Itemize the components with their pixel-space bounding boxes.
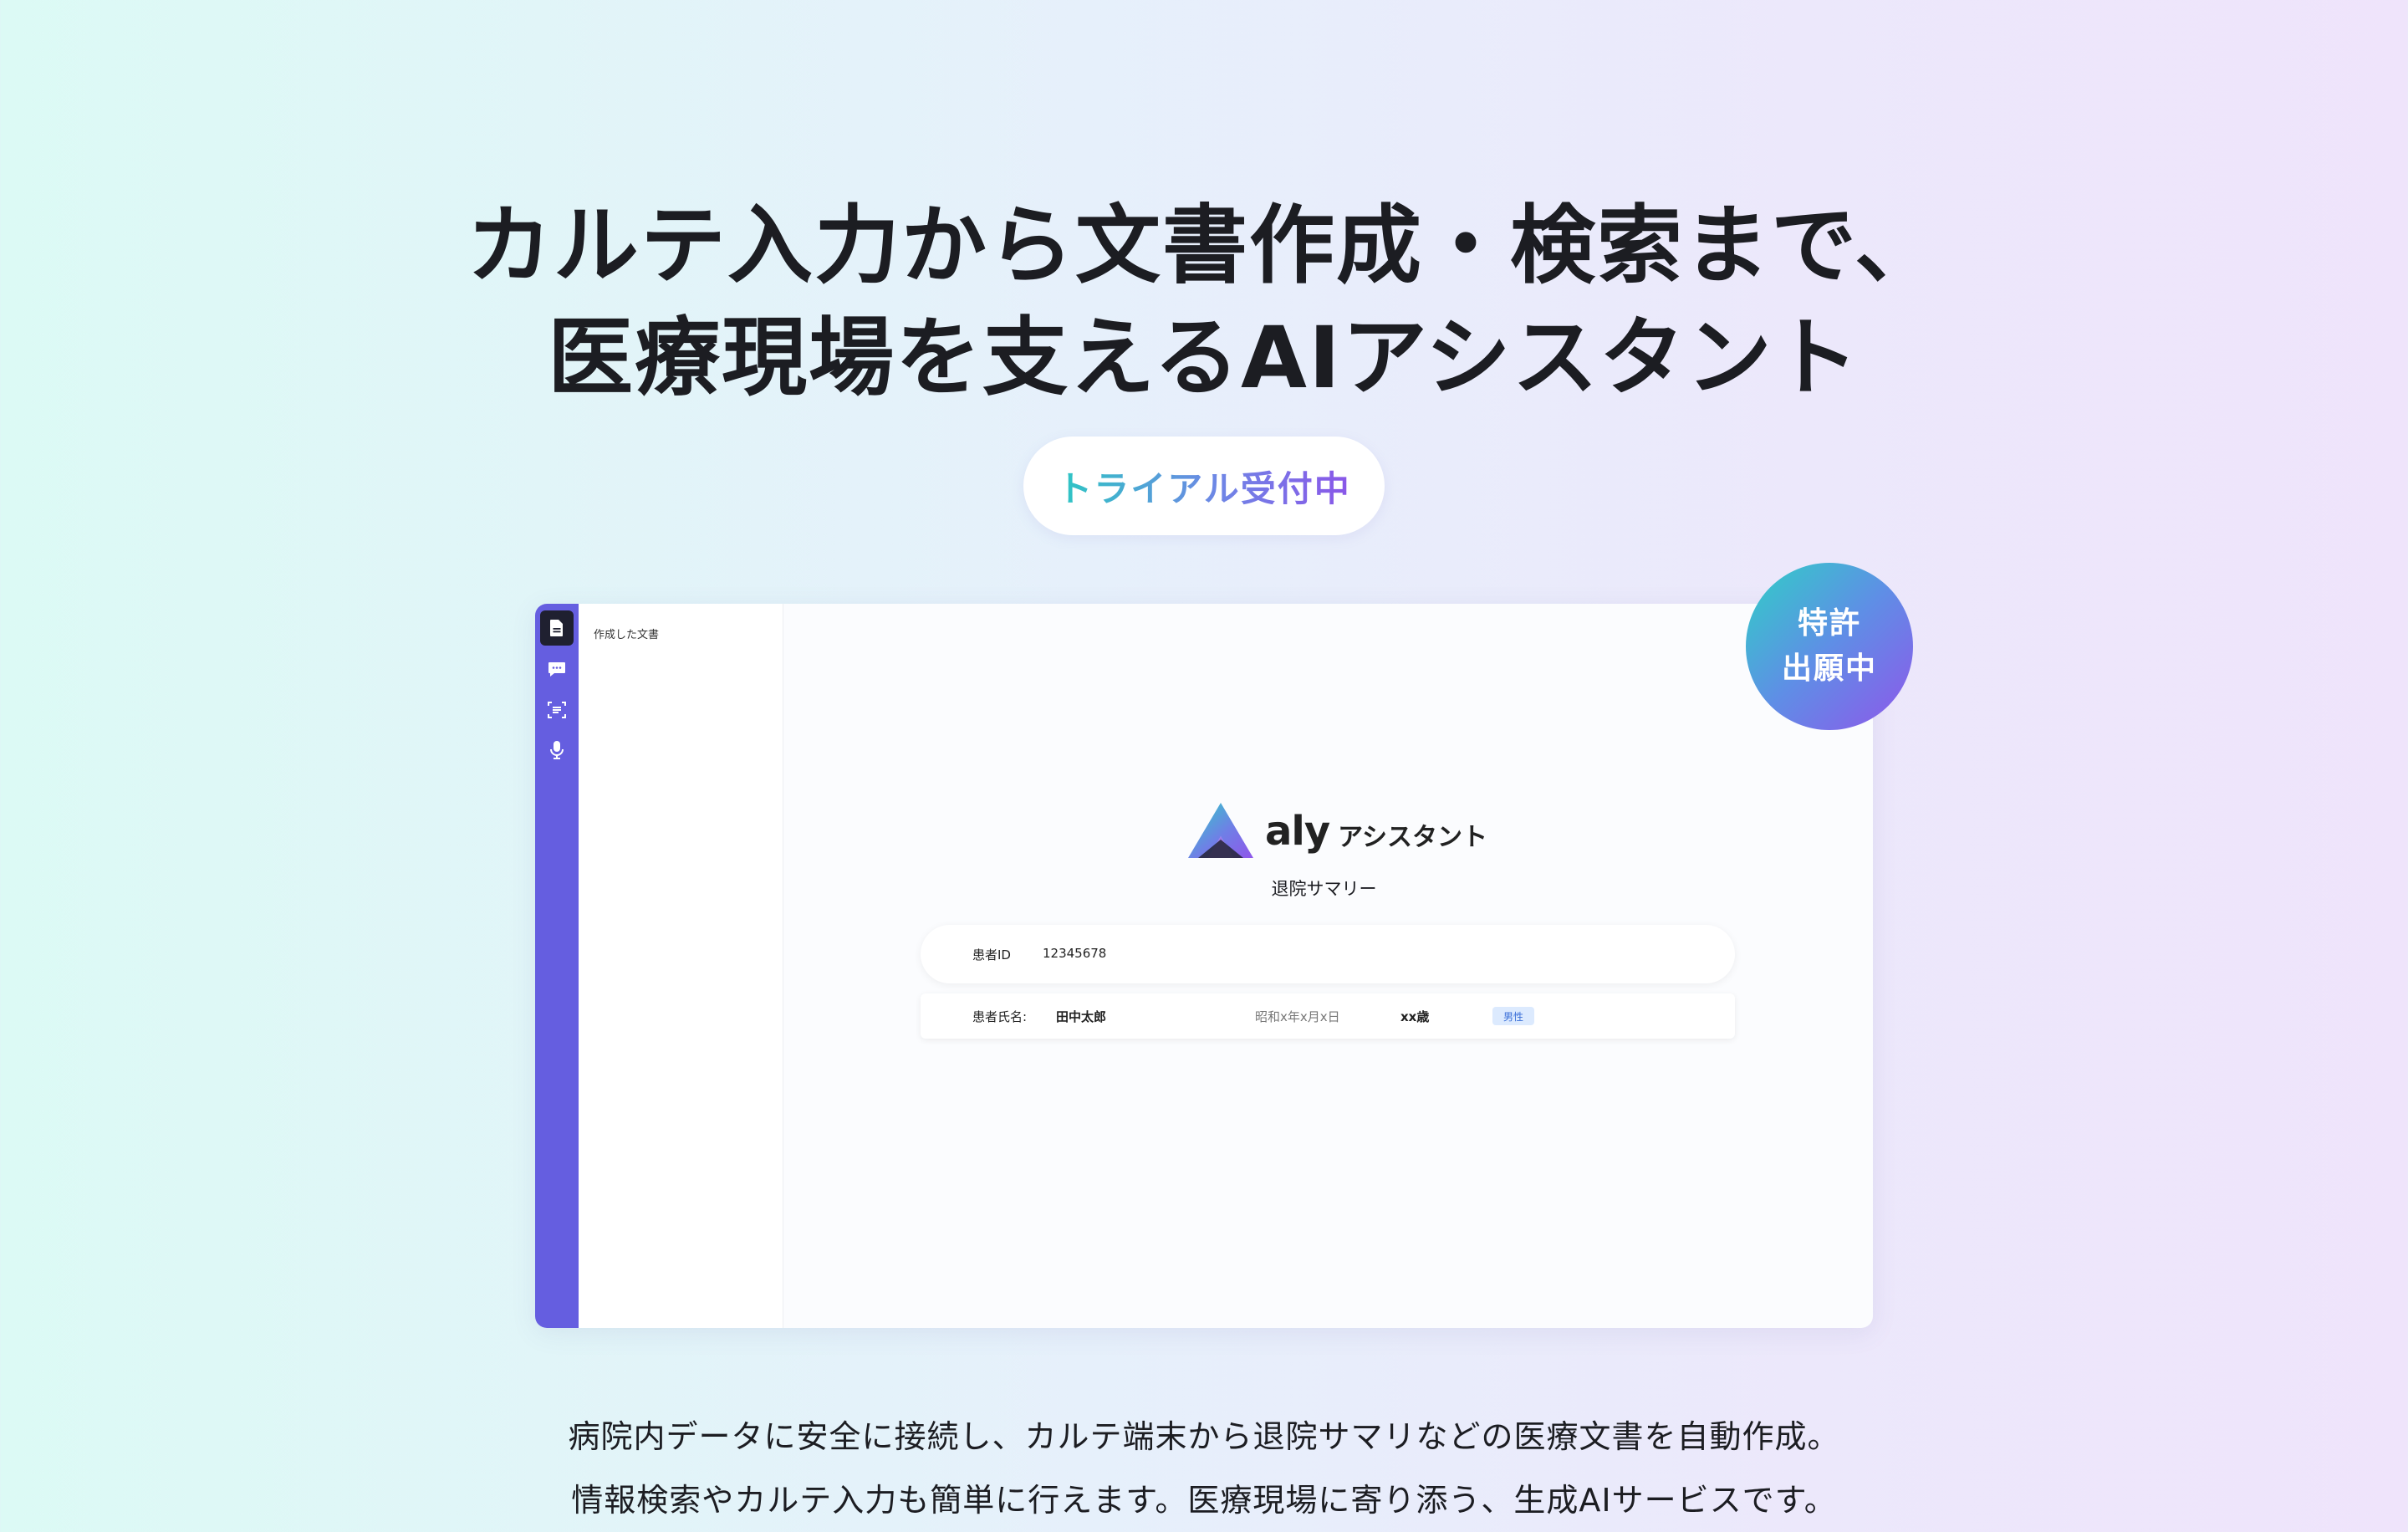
patient-id-label: 患者ID [972,947,1011,963]
scan-text-icon [548,702,566,718]
headline-line-1: カルテ入力から文書作成・検索まで、 [467,197,1941,296]
microphone-icon [550,741,564,759]
trial-button-label: トライアル受付中 [1057,461,1351,512]
patient-name-value: 田中太郎 [1056,1009,1107,1024]
patent-pending-badge: 特許 出願中 [1746,563,1913,730]
patient-birthdate: 昭和x年x月x日 [1255,1009,1340,1024]
patient-id-value: 12345678 [1043,946,1107,961]
description-line-1: 病院内データに安全に接続し、カルテ端末から退院サマリなどの医療文書を自動作成。 [568,1418,1840,1455]
sex-badge: 男性 [1492,1007,1534,1025]
patent-line-2: 出願中 [1781,651,1877,686]
patient-age: xx歳 [1400,1009,1430,1024]
patent-line-1: 特許 [1797,606,1861,641]
description-line-2: 情報検索やカルテ入力も簡単に行えます。医療現場に寄り添う、生成AIサービスです。 [571,1482,1837,1519]
aly-logo-icon [1188,803,1253,858]
trial-button[interactable]: トライアル受付中 [1023,437,1385,535]
created-documents-panel: 作成した文書 [579,604,783,1328]
app-screenshot: 作成した文書 aly アシスタント 退院サマリー 患者ID 12345678 患… [535,604,1873,1328]
headline-line-2: 医療現場を支えるAIアシスタント [548,309,1860,408]
rail-scan-button[interactable] [540,692,574,728]
icon-rail [535,604,579,1328]
patient-info-card: 患者氏名: 田中太郎 昭和x年x月x日 xx歳 男性 [921,993,1735,1039]
document-title: 退院サマリー [1271,879,1377,899]
patient-name-label: 患者氏名: [972,1009,1028,1024]
rail-chat-button[interactable] [540,652,574,687]
rail-document-button[interactable] [540,610,574,646]
hero-headline: カルテ入力から文書作成・検索まで、 医療現場を支えるAIアシスタント [0,191,2408,415]
document-icon [550,620,563,636]
description: 病院内データに安全に接続し、カルテ端末から退院サマリなどの医療文書を自動作成。 … [0,1405,2408,1532]
chat-icon [548,662,565,677]
main-content: aly アシスタント 退院サマリー 患者ID 12345678 患者氏名: 田中… [783,604,1873,1328]
patient-id-card: 患者ID 12345678 [921,925,1735,983]
doc-panel-title: 作成した文書 [594,629,660,641]
rail-microphone-button[interactable] [540,733,574,768]
logo-subtitle: アシスタント [1338,823,1487,852]
logo-word: aly [1265,808,1330,855]
aly-logo: aly アシスタント [1186,798,1487,865]
